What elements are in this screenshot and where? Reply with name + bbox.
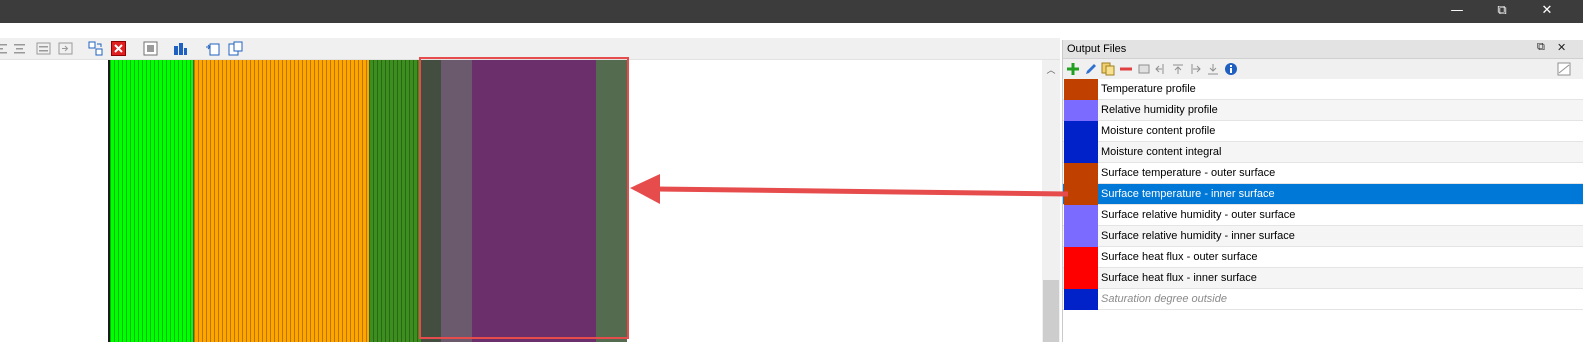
vertical-scrollbar[interactable]: ︿ <box>1042 60 1060 342</box>
list-item[interactable]: Surface heat flux - outer surface <box>1063 247 1583 268</box>
move-left-icon[interactable] <box>1154 62 1168 76</box>
align-right-icon[interactable] <box>36 41 51 56</box>
list-item-label: Surface relative humidity - inner surfac… <box>1101 230 1295 242</box>
list-item-label: Relative humidity profile <box>1101 104 1218 116</box>
color-swatch <box>1064 163 1098 184</box>
copy-icon[interactable] <box>1101 62 1115 76</box>
align-center-icon[interactable] <box>12 41 27 56</box>
color-swatch <box>1064 184 1098 205</box>
layer-green[interactable] <box>108 60 193 342</box>
list-item-selected[interactable]: Surface temperature - inner surface <box>1063 184 1583 205</box>
color-swatch <box>1064 289 1098 310</box>
list-item-label: Surface temperature - inner surface <box>1101 188 1275 200</box>
list-item-label: Surface heat flux - inner surface <box>1101 272 1257 284</box>
insert-layer-after-icon[interactable] <box>228 41 243 56</box>
list-item[interactable]: Surface relative humidity - inner surfac… <box>1063 226 1583 247</box>
list-item[interactable]: Moisture content profile <box>1063 121 1583 142</box>
application-window: — ⧉ ✕ ︿ Output Files ⧉ ✕ Temperature pro… <box>0 0 1583 342</box>
color-swatch <box>1064 226 1098 247</box>
chart-icon[interactable] <box>1557 62 1571 76</box>
output-files-panel: Output Files ⧉ ✕ Temperature profile Rel… <box>1062 40 1583 342</box>
move-down-icon[interactable] <box>1206 62 1220 76</box>
list-item-inactive[interactable]: Saturation degree outside <box>1063 289 1583 310</box>
list-item-label: Saturation degree outside <box>1101 293 1227 305</box>
list-item-label: Surface temperature - outer surface <box>1101 167 1276 179</box>
remove-icon[interactable] <box>1119 62 1133 76</box>
scroll-up-icon[interactable]: ︿ <box>1042 63 1060 77</box>
list-item-label: Surface relative humidity - outer surfac… <box>1101 209 1296 221</box>
list-item[interactable]: Relative humidity profile <box>1063 100 1583 121</box>
color-swatch <box>1064 79 1098 100</box>
color-swatch <box>1064 142 1098 163</box>
list-item[interactable]: Surface relative humidity - outer surfac… <box>1063 205 1583 226</box>
layer-properties-icon[interactable] <box>173 41 188 56</box>
list-item-label: Surface heat flux - outer surface <box>1101 251 1258 263</box>
color-swatch <box>1064 268 1098 289</box>
indent-icon[interactable] <box>58 41 73 56</box>
scrollbar-thumb[interactable] <box>1043 280 1059 342</box>
move-right-icon[interactable] <box>1188 62 1202 76</box>
layer-darkgreen[interactable] <box>369 60 421 342</box>
minimize-button[interactable]: — <box>1434 0 1480 23</box>
layer-orange[interactable] <box>193 60 369 342</box>
output-list: Temperature profile Relative humidity pr… <box>1063 79 1583 310</box>
insert-layer-before-icon[interactable] <box>205 41 220 56</box>
close-panel-button[interactable]: ✕ <box>1557 41 1566 54</box>
add-icon[interactable] <box>1066 62 1080 76</box>
color-swatch <box>1064 100 1098 121</box>
color-swatch <box>1064 121 1098 142</box>
panel-title: Output Files <box>1067 43 1127 55</box>
color-swatch <box>1064 205 1098 226</box>
window-title-bar: — ⧉ ✕ <box>0 0 1583 23</box>
color-swatch <box>1064 247 1098 268</box>
delete-layer-icon[interactable] <box>111 41 126 56</box>
restore-button[interactable]: ⧉ <box>1479 0 1525 23</box>
panel-header: Output Files ⧉ ✕ <box>1063 40 1583 59</box>
list-item-label: Temperature profile <box>1101 83 1196 95</box>
output-toolbar <box>1063 59 1583 79</box>
close-window-button[interactable]: ✕ <box>1524 0 1570 23</box>
move-up-icon[interactable] <box>1171 62 1185 76</box>
list-item[interactable]: Temperature profile <box>1063 79 1583 100</box>
align-left-icon[interactable] <box>0 41 9 56</box>
swap-layers-icon[interactable] <box>88 41 103 56</box>
highlight-box <box>419 57 629 339</box>
list-item[interactable]: Surface temperature - outer surface <box>1063 163 1583 184</box>
list-item-label: Moisture content profile <box>1101 125 1216 137</box>
list-item-label: Moisture content integral <box>1101 146 1222 158</box>
edit-icon[interactable] <box>1084 62 1098 76</box>
list-item[interactable]: Surface heat flux - inner surface <box>1063 268 1583 289</box>
list-item[interactable]: Moisture content integral <box>1063 142 1583 163</box>
image-icon[interactable] <box>1137 62 1151 76</box>
edit-layer-icon[interactable] <box>143 41 158 56</box>
float-panel-button[interactable]: ⧉ <box>1537 41 1545 54</box>
info-icon[interactable] <box>1224 62 1238 76</box>
